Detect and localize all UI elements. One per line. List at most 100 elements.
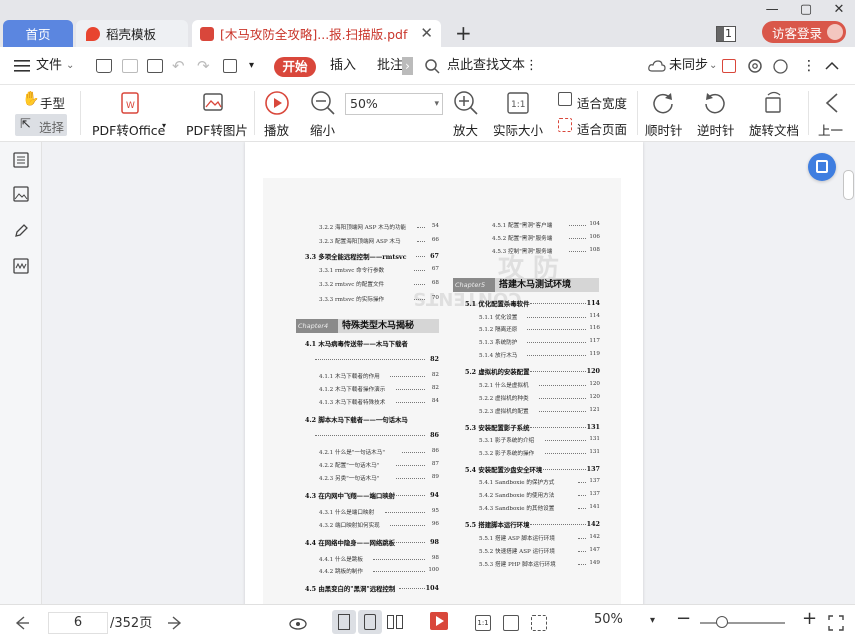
toc-entry-title: 5.4 安装配置沙盘安全环境 [465,465,543,474]
docer-logo-icon [86,26,100,41]
zoom-out-button[interactable]: 缩小 [310,120,335,139]
more-icon[interactable]: ⋮ [802,47,816,85]
toc-entry-title: 5.3.1 影子系统的介绍 [479,438,535,444]
hand-tool-button[interactable]: 手型 [40,93,65,112]
eye-protection-icon[interactable] [289,615,307,631]
search-text-field[interactable]: 点此查找文本 [447,47,525,85]
previous-page-button[interactable]: 上一 [818,120,843,139]
presentation-play-button[interactable] [430,612,448,630]
pdf-to-office-dropdown-icon[interactable]: ▾ [162,121,166,130]
toc-entry: 5.4.1 Sandboxie 的保护方式 137 [479,478,600,486]
toc-entry-page: 95 [431,507,439,514]
zoom-slider-thumb[interactable] [716,616,728,628]
chevron-down-icon[interactable]: ⌄ [66,47,74,85]
toc-entry-title: 4.5.2 配置"黑洞"服务端 [492,235,553,242]
sync-status[interactable]: 未同步 [669,47,708,85]
toc-entry-title: 5.1.2 隔离还原 [479,327,518,334]
zoom-menu-dropdown-icon[interactable]: ▾ [650,615,655,626]
thumbnail-icon[interactable] [13,186,29,202]
annotation-pen-icon[interactable] [13,223,29,239]
zoom-out-minus-button[interactable]: − [676,608,691,629]
save-icon[interactable] [122,59,138,73]
tab-insert[interactable]: 插入 [330,47,356,85]
pdf-to-office-button[interactable]: PDF转Office [92,120,165,139]
toc-entry: 3.2.3 配置海阳顶端网 ASP 木马 66 [319,237,439,245]
toc-leader-dots [396,461,425,466]
toc-entry-page: 120 [589,380,600,387]
scrollbar-thumb[interactable] [843,170,854,200]
zoom-level-select[interactable]: 50% ▾ [345,93,443,115]
tab-pdf-document[interactable]: [木马攻防全攻略]...报.扫描版.pdf ✕ [192,20,441,47]
zoom-dropdown-icon[interactable]: ▾ [434,94,439,114]
toc-entry: 5.5.3 搭建 PHP 脚本运行环境 149 [479,560,600,568]
fit-page-small-icon[interactable] [503,615,519,631]
toc-entry: 4.2.1 什么是"一句话木马" 86 [319,448,439,456]
zoom-in-plus-button[interactable]: + [802,608,817,629]
prev-page-arrow-icon[interactable] [14,615,30,631]
vertical-scrollbar[interactable] [843,142,855,604]
help-icon[interactable] [773,59,788,74]
rotate-document-button[interactable]: 旋转文档 [749,120,799,139]
file-menu[interactable]: 文件 [36,47,62,85]
open-folder-icon[interactable] [96,59,112,73]
zoom-in-button[interactable]: 放大 [453,120,478,139]
current-page-input[interactable]: 6 [48,612,108,634]
zoom-level-value: 50% [350,96,378,111]
gear-icon[interactable] [747,58,763,74]
export-icon[interactable] [223,59,237,73]
outline-icon[interactable] [13,152,29,168]
fit-page-button[interactable]: 适合页面 [577,119,627,138]
tab-annotate[interactable]: 批注 [377,47,403,85]
new-tab-button[interactable]: + [455,21,472,45]
tab-home[interactable]: 首页 [3,20,73,47]
toc-entry: 5.1.3 系统防护 117 [479,338,600,346]
toc-entry-page: 82 [431,372,439,378]
select-tool-button[interactable]: ⇱ 选择 [15,114,67,136]
more-options-icon[interactable]: ⋮ [525,47,538,85]
rotate-counterclockwise-icon [705,93,725,114]
pdf-page[interactable]: 攻 防 CONTENTS 3.2.2 海阳顶端网 ASP 木马的功能 54 3.2.… [245,142,643,604]
rotate-clockwise-button[interactable]: 顺时针 [645,120,683,139]
fit-width-button[interactable]: 适合宽度 [577,93,627,112]
floating-tool-button[interactable] [808,153,836,181]
quick-access-dropdown-icon[interactable]: ▾ [249,47,254,85]
collapse-ribbon-icon[interactable] [825,61,839,70]
play-button[interactable]: 播放 [264,120,289,139]
window-count-badge[interactable]: 1 [716,26,736,42]
sync-dropdown-icon[interactable]: ⌄ [709,47,717,85]
actual-size-icon: 1:1 [507,92,529,114]
toc-leader-dots [544,436,586,441]
print-icon[interactable] [147,59,163,73]
zoom-slider-track[interactable] [700,622,785,624]
minimize-button[interactable]: — [766,2,779,17]
rotate-counterclockwise-button[interactable]: 逆时针 [697,120,735,139]
toc-entry-page: 86 [431,447,439,454]
fullscreen-icon[interactable] [828,615,844,631]
signature-icon[interactable] [13,258,29,274]
two-page-view[interactable] [383,610,407,634]
maximize-button[interactable]: ▢ [800,2,812,17]
fit-width-small-icon[interactable] [531,615,547,631]
toc-entry-title: 3.3.2 rmtsvc 的配置文件 [319,282,385,289]
toc-entry-page: 87 [431,460,439,467]
search-icon[interactable] [425,59,440,74]
tab-start[interactable]: 开始 [274,57,316,77]
single-page-continuous-view[interactable] [332,610,356,634]
document-canvas[interactable]: 攻 防 CONTENTS 3.2.2 海阳顶端网 ASP 木马的功能 54 3.2.… [43,142,855,604]
actual-size-button[interactable]: 实际大小 [493,120,543,139]
actual-size-small-icon[interactable]: 1:1 [475,615,491,631]
toc-leader-dots [396,385,425,390]
visitor-login-button[interactable]: 访客登录 [762,21,846,43]
tab-docer-templates[interactable]: 稻壳模板 [76,20,188,47]
more-tabs-icon[interactable]: › [402,57,413,75]
share-icon[interactable] [722,59,736,73]
hamburger-menu-icon[interactable] [14,60,30,72]
undo-icon[interactable]: ↶ [172,47,185,85]
redo-icon[interactable]: ↷ [197,47,210,85]
single-page-view[interactable] [358,610,382,634]
close-window-button[interactable]: ✕ [833,2,844,17]
toc-entry-page: 94 [430,490,439,499]
close-tab-icon[interactable]: ✕ [420,24,433,42]
pdf-to-image-button[interactable]: PDF转图片 [186,120,248,139]
next-page-arrow-icon[interactable] [167,615,183,631]
